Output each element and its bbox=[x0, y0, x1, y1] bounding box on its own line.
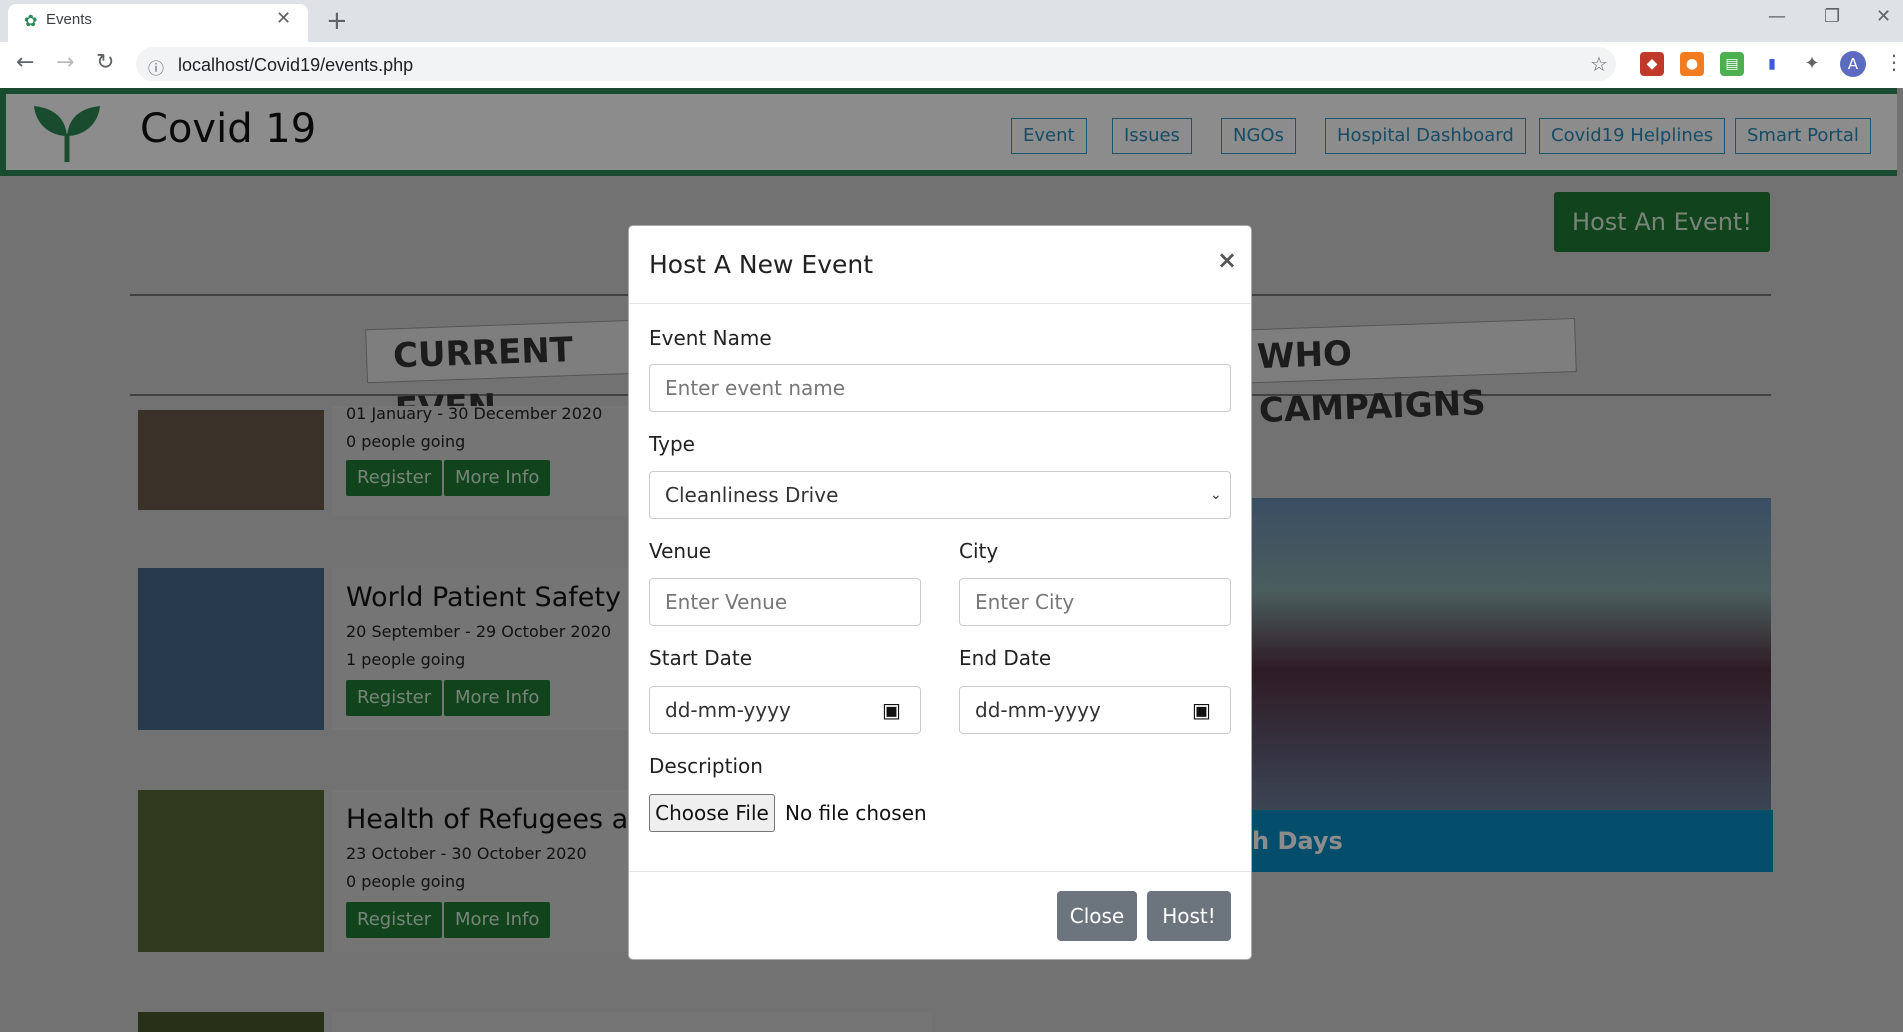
extensions-puzzle-icon[interactable]: ✦ bbox=[1800, 52, 1824, 76]
modal-footer-divider bbox=[629, 871, 1251, 872]
end-date-placeholder: dd-mm-yyyy bbox=[975, 698, 1101, 722]
venue-label: Venue bbox=[649, 539, 712, 563]
start-date-placeholder: dd-mm-yyyy bbox=[665, 698, 791, 722]
event-name-input[interactable]: Enter event name bbox=[649, 364, 1231, 412]
modal-close-icon[interactable]: × bbox=[1217, 246, 1237, 274]
type-select-value: Cleanliness Drive bbox=[665, 483, 839, 507]
city-label: City bbox=[959, 539, 999, 563]
extension-bars-icon[interactable]: ▮ bbox=[1760, 52, 1784, 76]
new-tab-icon[interactable]: + bbox=[326, 6, 348, 36]
choose-file-button[interactable]: Choose File bbox=[649, 794, 775, 832]
calendar-icon[interactable]: ▣ bbox=[1192, 687, 1211, 733]
close-button[interactable]: Close bbox=[1057, 891, 1137, 941]
event-name-label: Event Name bbox=[649, 326, 772, 350]
browser-menu-icon[interactable]: ⋮ bbox=[1884, 50, 1903, 74]
tab-close-icon[interactable]: ✕ bbox=[276, 8, 291, 29]
reload-icon[interactable]: ↻ bbox=[96, 50, 114, 75]
profile-avatar[interactable]: A bbox=[1840, 51, 1866, 77]
chevron-down-icon: ⌄ bbox=[1210, 487, 1222, 503]
host-event-modal: Host A New Event × Event Name Enter even… bbox=[628, 225, 1252, 960]
start-date-input[interactable]: dd-mm-yyyy ▣ bbox=[649, 686, 921, 734]
city-input[interactable]: Enter City bbox=[959, 578, 1231, 626]
window-close-icon[interactable]: ✕ bbox=[1876, 6, 1891, 27]
extension-inbox-icon[interactable]: ▤ bbox=[1720, 52, 1744, 76]
tab-title: Events bbox=[46, 11, 92, 28]
favicon-sprout-icon: ✿ bbox=[24, 11, 38, 30]
venue-input[interactable]: Enter Venue bbox=[649, 578, 921, 626]
forward-icon[interactable]: → bbox=[56, 50, 74, 75]
end-date-label: End Date bbox=[959, 646, 1052, 670]
modal-title: Host A New Event bbox=[649, 250, 874, 279]
url-text: localhost/Covid19/events.php bbox=[178, 55, 414, 75]
host-submit-button[interactable]: Host! bbox=[1147, 891, 1231, 941]
description-label: Description bbox=[649, 754, 763, 778]
extension-shield-icon[interactable]: ◆ bbox=[1640, 52, 1664, 76]
restore-icon[interactable]: ❐ bbox=[1824, 6, 1840, 27]
modal-header-divider bbox=[629, 303, 1251, 304]
type-label: Type bbox=[649, 432, 695, 456]
minimize-icon[interactable]: — bbox=[1768, 6, 1786, 27]
start-date-label: Start Date bbox=[649, 646, 753, 670]
file-status-text: No file chosen bbox=[785, 801, 927, 825]
extension-flame-icon[interactable]: ● bbox=[1680, 52, 1704, 76]
calendar-icon[interactable]: ▣ bbox=[882, 687, 901, 733]
info-icon[interactable]: ⓘ bbox=[148, 55, 164, 79]
end-date-input[interactable]: dd-mm-yyyy ▣ bbox=[959, 686, 1231, 734]
type-select[interactable]: Cleanliness Drive ⌄ bbox=[649, 471, 1231, 519]
bookmark-star-icon[interactable]: ☆ bbox=[1590, 52, 1608, 76]
back-icon[interactable]: ← bbox=[16, 50, 34, 75]
